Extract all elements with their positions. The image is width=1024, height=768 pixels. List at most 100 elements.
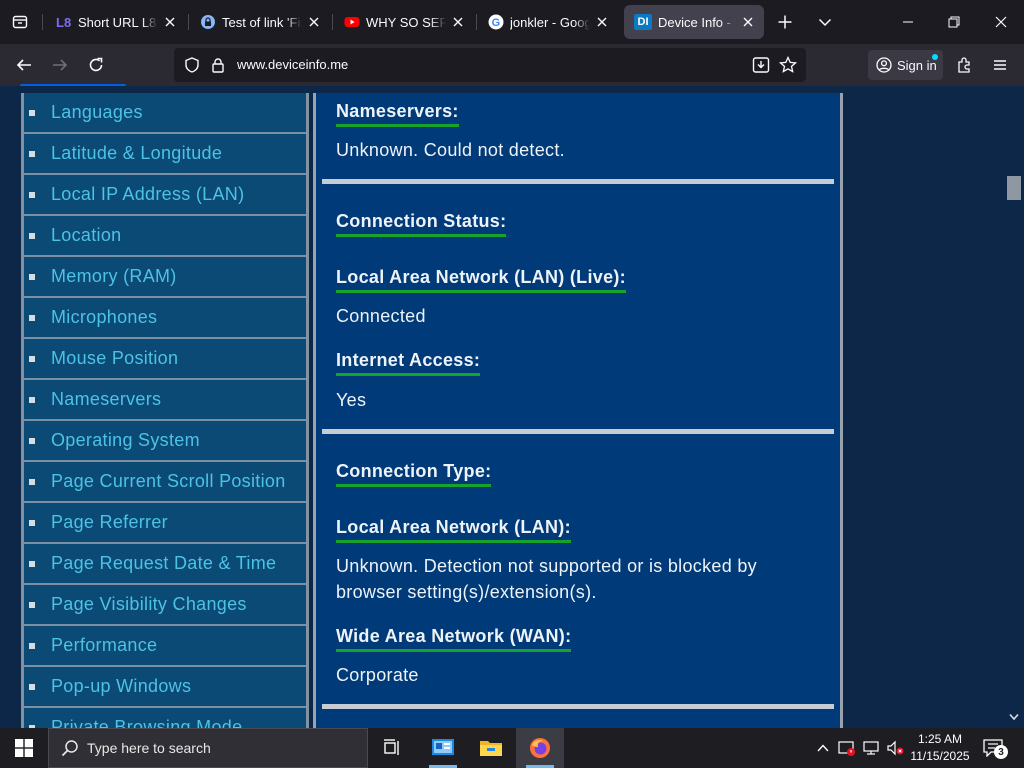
tab-jonkler-search[interactable]: G jonkler - Google Search: [478, 5, 618, 39]
sidebar-item[interactable]: Latitude & Longitude: [24, 134, 306, 175]
reload-icon: [89, 57, 103, 72]
url-text[interactable]: www.deviceinfo.me: [237, 57, 348, 72]
extensions-button[interactable]: [950, 50, 980, 80]
sidebar-item-label: Pop-up Windows: [51, 676, 192, 696]
list-all-tabs-button[interactable]: [811, 8, 839, 36]
clock-time: 1:25 AM: [917, 732, 963, 746]
sidebar-item-label: Local IP Address (LAN): [51, 184, 245, 204]
tab-why-so-serious[interactable]: WHY SO SERIOUS: [334, 5, 474, 39]
app-menu-button[interactable]: [985, 50, 1015, 80]
bullet-icon: [29, 560, 35, 567]
sidebar-item-label: Operating System: [51, 430, 200, 450]
tab-device-info[interactable]: DI Device Info - What is my: [624, 5, 764, 39]
tray-defender-icon[interactable]: [837, 738, 857, 758]
arrow-left-icon: [16, 59, 31, 71]
sidebar-item[interactable]: Private Browsing Mode: [24, 708, 306, 728]
connection-status-heading: Connection Status:: [336, 211, 507, 237]
connection-type-heading: Connection Type:: [336, 461, 492, 487]
wan-type-heading: Wide Area Network (WAN):: [336, 626, 572, 652]
bullet-icon: [29, 601, 35, 608]
minimize-button[interactable]: [885, 0, 931, 44]
taskbar-search-box[interactable]: Type here to search: [48, 728, 368, 768]
network-icon: [863, 741, 879, 755]
firefox-view-button[interactable]: [6, 8, 34, 36]
forward-button[interactable]: [45, 50, 75, 80]
web-page-viewport: Languages Latitude & Longitude Local IP Ad…: [0, 86, 1024, 728]
back-button[interactable]: [9, 50, 39, 80]
bullet-icon: [29, 191, 35, 198]
system-clock[interactable]: 1:25 AM 11/15/2025: [904, 731, 976, 765]
tab-short-url[interactable]: L8 Short URL L8.nu: [46, 5, 186, 39]
address-bar[interactable]: www.deviceinfo.me: [174, 48, 806, 82]
restore-button[interactable]: [931, 0, 977, 44]
taskbar-app-file-explorer[interactable]: [467, 728, 515, 768]
sidebar-item-label: Languages: [51, 102, 143, 122]
close-tab-icon[interactable]: [740, 14, 756, 30]
taskbar-app-control-panel[interactable]: [419, 728, 467, 768]
tracking-protection-shield-icon[interactable]: [182, 55, 202, 75]
save-to-pocket-icon[interactable]: [751, 55, 771, 75]
internet-access-heading: Internet Access:: [336, 350, 481, 376]
sidebar-item[interactable]: Nameservers: [24, 380, 306, 421]
task-view-button[interactable]: [368, 728, 416, 768]
sidebar-item[interactable]: Performance: [24, 626, 306, 667]
bullet-icon: [29, 232, 35, 239]
lock-icon[interactable]: [208, 55, 228, 75]
lan-live-heading: Local Area Network (LAN) (Live):: [336, 267, 626, 293]
security-warning-icon: [838, 741, 855, 756]
bullet-icon: [29, 519, 35, 526]
chevron-up-icon: [817, 744, 829, 752]
sidebar-item-label: Performance: [51, 635, 158, 655]
tab-label: Device Info - What is my: [658, 14, 736, 30]
sidebar-item[interactable]: Page Request Date & Time: [24, 544, 306, 585]
start-button[interactable]: [0, 728, 48, 768]
close-tab-icon[interactable]: [162, 14, 178, 30]
sidebar-item[interactable]: Memory (RAM): [24, 257, 306, 298]
bullet-icon: [29, 150, 35, 157]
section-divider: [322, 179, 834, 184]
sidebar-item-label: Page Referrer: [51, 512, 168, 532]
close-tab-icon[interactable]: [306, 14, 322, 30]
tab-separator: [332, 14, 333, 30]
sidebar-item[interactable]: Page Current Scroll Position: [24, 462, 306, 503]
sidebar-item[interactable]: Pop-up Windows: [24, 667, 306, 708]
tab-test-of-link[interactable]: Test of link 'Final: [190, 5, 330, 39]
sidebar-item[interactable]: Mouse Position: [24, 339, 306, 380]
notification-center-button[interactable]: 3: [978, 734, 1008, 762]
sidebar-item[interactable]: Languages: [24, 93, 306, 134]
close-window-button[interactable]: [978, 0, 1024, 44]
bookmark-star-icon[interactable]: [778, 55, 798, 75]
sidebar-item[interactable]: Location: [24, 216, 306, 257]
sidebar-nav: Languages Latitude & Longitude Local IP Ad…: [21, 93, 309, 728]
puzzle-piece-icon: [958, 57, 970, 73]
page-scrollbar[interactable]: [1004, 86, 1024, 728]
task-view-icon: [384, 739, 399, 755]
close-tab-icon[interactable]: [594, 14, 610, 30]
scrollbar-thumb[interactable]: [1007, 176, 1021, 200]
sidebar-item[interactable]: Microphones: [24, 298, 306, 339]
sidebar-item[interactable]: Operating System: [24, 421, 306, 462]
minimize-icon: [903, 21, 913, 23]
control-panel-icon: [432, 739, 454, 755]
tray-volume-icon[interactable]: [885, 738, 905, 758]
restore-icon: [948, 16, 960, 28]
svg-text:L8: L8: [56, 15, 71, 30]
tab-separator: [42, 14, 43, 30]
reload-button[interactable]: [81, 50, 111, 80]
notification-count-badge: 3: [994, 745, 1008, 759]
scroll-down-button[interactable]: [1007, 710, 1021, 724]
clock-date: 11/15/2025: [910, 749, 970, 763]
close-tab-icon[interactable]: [450, 14, 466, 30]
new-tab-button[interactable]: [771, 8, 799, 36]
sign-in-button[interactable]: Sign in: [868, 50, 943, 80]
sidebar-item[interactable]: Local IP Address (LAN): [24, 175, 306, 216]
navigation-toolbar: www.deviceinfo.me Sign in: [0, 44, 1024, 86]
show-hidden-icons-button[interactable]: [813, 738, 833, 758]
sidebar-item[interactable]: Page Referrer: [24, 503, 306, 544]
lan-type-value-line2: browser setting(s)/extension(s).: [336, 582, 597, 602]
sidebar-item[interactable]: Page Visibility Changes: [24, 585, 306, 626]
tray-network-icon[interactable]: [861, 738, 881, 758]
nameservers-value: Unknown. Could not detect.: [336, 140, 565, 160]
account-icon: [876, 57, 892, 73]
taskbar-app-firefox[interactable]: [516, 728, 564, 768]
